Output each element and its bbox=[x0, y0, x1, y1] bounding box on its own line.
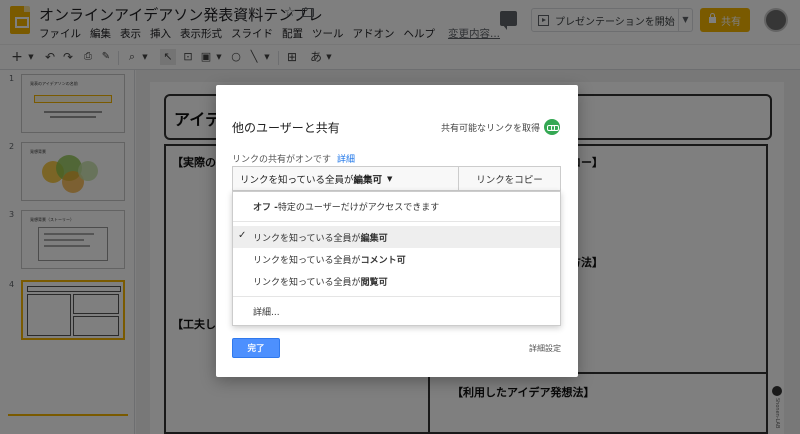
details-link[interactable]: 詳細 bbox=[337, 155, 355, 165]
menu-item-more[interactable]: 詳細... bbox=[233, 300, 560, 322]
off-label: オフ - bbox=[253, 202, 278, 213]
menu-item-level: 編集可 bbox=[360, 233, 388, 244]
dialog-title: 他のユーザーと共有 bbox=[232, 121, 340, 135]
link-access-select[interactable]: リンクを知っている全員が 編集可 ▼ bbox=[232, 166, 459, 191]
menu-item-prefix: リンクを知っている全員が bbox=[253, 277, 361, 288]
select-prefix: リンクを知っている全員が bbox=[240, 174, 354, 186]
menu-item-can-edit[interactable]: ✓ リンクを知っている全員が 編集可 bbox=[233, 226, 560, 248]
done-button[interactable]: 完了 bbox=[232, 338, 280, 358]
copy-link-button[interactable]: リンクをコピー bbox=[458, 166, 561, 191]
link-status-text: リンクの共有がオンです bbox=[232, 155, 332, 165]
menu-divider bbox=[233, 296, 560, 297]
select-value: 編集可 bbox=[353, 174, 383, 186]
menu-item-level: 閲覧可 bbox=[360, 277, 388, 288]
advanced-settings-link[interactable]: 詳細設定 bbox=[529, 343, 561, 354]
menu-item-prefix: リンクを知っている全員が bbox=[253, 255, 361, 266]
menu-item-off[interactable]: オフ - 特定のユーザーだけがアクセスできます bbox=[233, 195, 560, 217]
off-description: 特定のユーザーだけがアクセスできます bbox=[277, 202, 440, 213]
access-menu: オフ - 特定のユーザーだけがアクセスできます ✓ リンクを知っている全員が 編集… bbox=[232, 191, 561, 326]
menu-item-can-view[interactable]: リンクを知っている全員が 閲覧可 bbox=[233, 270, 560, 292]
menu-item-level: コメント可 bbox=[360, 255, 406, 266]
get-shareable-link[interactable]: 共有可能なリンクを取得 bbox=[441, 119, 560, 135]
check-icon: ✓ bbox=[238, 230, 247, 241]
menu-item-prefix: リンクを知っている全員が bbox=[253, 233, 361, 244]
link-icon[interactable] bbox=[544, 119, 560, 135]
link-status: リンクの共有がオンです 詳細 bbox=[232, 152, 355, 165]
menu-divider bbox=[233, 221, 560, 222]
get-link-label: 共有可能なリンクを取得 bbox=[440, 123, 540, 134]
menu-item-can-comment[interactable]: リンクを知っている全員が コメント可 bbox=[233, 248, 560, 270]
share-dialog: 他のユーザーと共有 共有可能なリンクを取得 リンクの共有がオンです 詳細 リンクを… bbox=[216, 85, 578, 377]
caret-down-icon: ▼ bbox=[387, 174, 393, 183]
